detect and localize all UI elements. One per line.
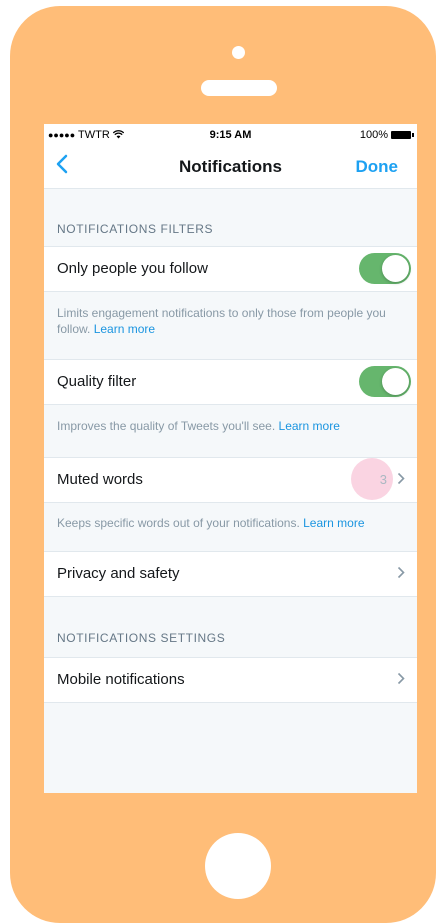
filters-section-header: NOTIFICATIONS FILTERS bbox=[57, 222, 214, 236]
chevron-right-icon bbox=[397, 472, 405, 490]
quality-learn-more-link[interactable]: Learn more bbox=[279, 419, 340, 433]
quality-filter-row[interactable]: Quality filter bbox=[44, 359, 417, 405]
chevron-right-icon bbox=[397, 672, 405, 690]
mobile-notifications-label: Mobile notifications bbox=[57, 671, 185, 688]
settings-section-header: NOTIFICATIONS SETTINGS bbox=[57, 631, 226, 645]
quality-filter-toggle[interactable] bbox=[359, 366, 411, 397]
privacy-and-safety-row[interactable]: Privacy and safety bbox=[44, 551, 417, 597]
only-people-learn-more-link[interactable]: Learn more bbox=[94, 322, 155, 336]
only-people-you-follow-row[interactable]: Only people you follow bbox=[44, 246, 417, 292]
muted-desc-text: Keeps specific words out of your notific… bbox=[57, 516, 304, 530]
home-button[interactable] bbox=[205, 833, 271, 899]
muted-learn-more-link[interactable]: Learn more bbox=[303, 516, 364, 530]
muted-words-description: Keeps specific words out of your notific… bbox=[57, 515, 402, 531]
nav-bar: Notifications Done bbox=[44, 144, 417, 189]
muted-words-row[interactable]: Muted words 3 bbox=[44, 457, 417, 503]
muted-words-label: Muted words bbox=[57, 471, 143, 488]
done-button[interactable]: Done bbox=[356, 157, 399, 177]
quality-desc-text: Improves the quality of Tweets you'll se… bbox=[57, 419, 279, 433]
only-people-description: Limits engagement notifications to only … bbox=[57, 305, 402, 337]
speaker-grille bbox=[201, 80, 277, 96]
phone-screen: ●●●●● TWTR 9:15 AM 100% Notifications Do… bbox=[44, 124, 417, 793]
camera-icon bbox=[232, 46, 245, 59]
battery-percent: 100% bbox=[359, 129, 388, 141]
privacy-label: Privacy and safety bbox=[57, 565, 180, 582]
muted-words-count: 3 bbox=[379, 472, 387, 487]
status-bar: ●●●●● TWTR 9:15 AM 100% bbox=[44, 124, 417, 144]
battery-status: 100% bbox=[359, 129, 414, 141]
quality-filter-description: Improves the quality of Tweets you'll se… bbox=[57, 418, 402, 434]
chevron-right-icon bbox=[397, 566, 405, 584]
only-people-label: Only people you follow bbox=[57, 260, 208, 277]
battery-icon bbox=[391, 131, 414, 139]
mobile-notifications-row[interactable]: Mobile notifications bbox=[44, 657, 417, 703]
quality-filter-label: Quality filter bbox=[57, 373, 137, 390]
only-people-toggle[interactable] bbox=[359, 253, 411, 284]
